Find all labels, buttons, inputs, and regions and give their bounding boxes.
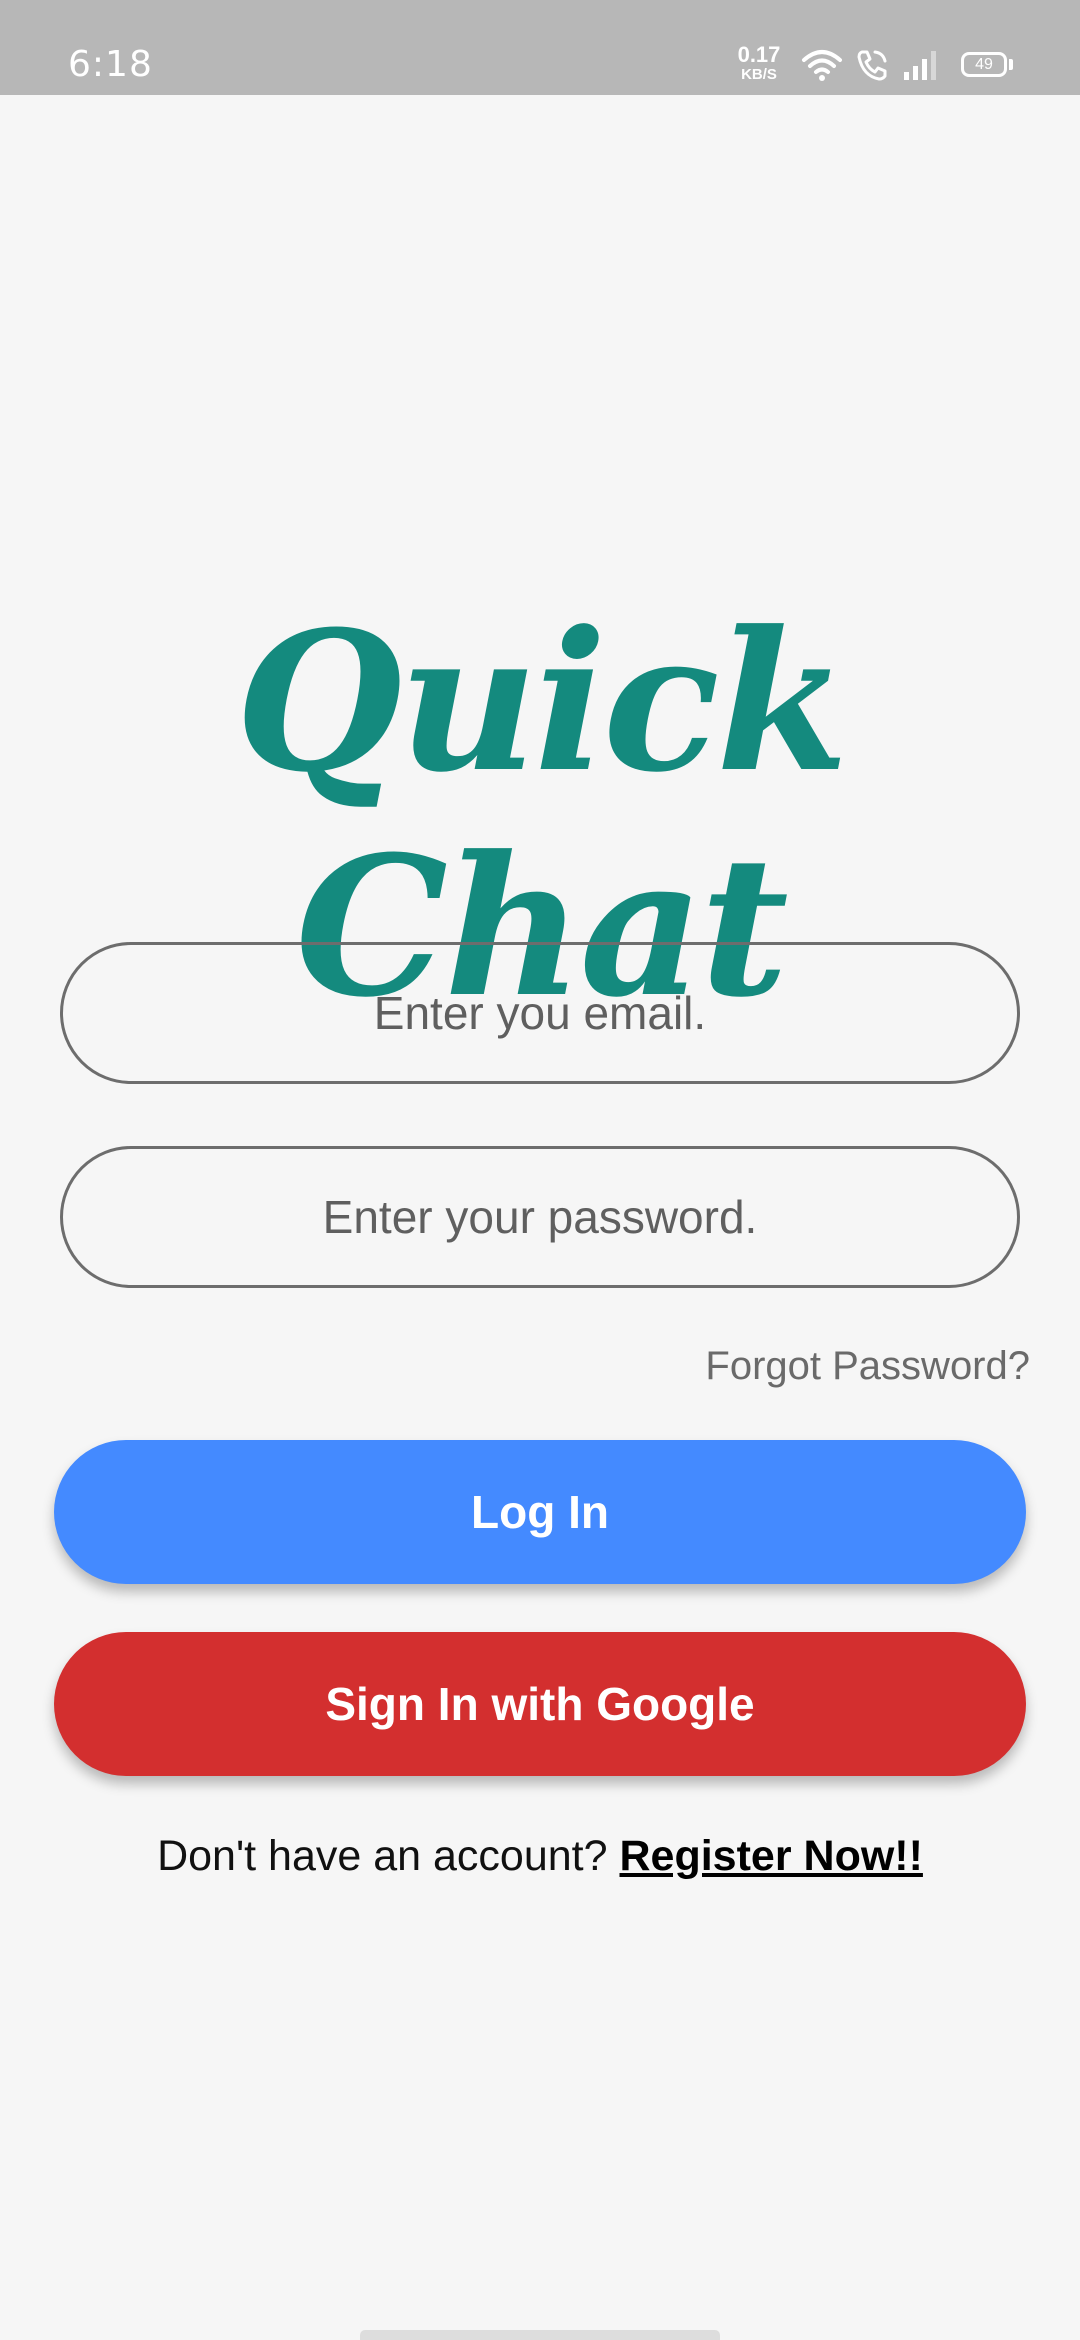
- register-row: Don't have an account? Register Now!!: [0, 1832, 1080, 1881]
- battery-icon: 49: [961, 52, 1007, 77]
- wifi-icon: [802, 50, 842, 81]
- email-field[interactable]: [60, 942, 1020, 1084]
- network-speed: 0.17 KB/S: [733, 42, 785, 83]
- battery-tip: [1009, 59, 1013, 70]
- status-bar: 6:18 0.17 KB/S 49: [0, 0, 1080, 95]
- call-icon: [857, 50, 887, 81]
- register-prompt: Don't have an account?: [157, 1832, 608, 1880]
- login-button[interactable]: Log In: [54, 1440, 1026, 1584]
- status-time: 6:18: [68, 44, 153, 85]
- forgot-password-link[interactable]: Forgot Password?: [705, 1344, 1030, 1389]
- network-speed-value: 0.17: [737, 42, 781, 67]
- signal-icon: [904, 51, 936, 80]
- google-sign-in-button[interactable]: Sign In with Google: [54, 1632, 1026, 1776]
- network-speed-unit: KB/S: [741, 66, 777, 83]
- home-indicator[interactable]: [360, 2330, 720, 2340]
- register-link[interactable]: Register Now!!: [620, 1832, 923, 1880]
- password-field[interactable]: [60, 1146, 1020, 1288]
